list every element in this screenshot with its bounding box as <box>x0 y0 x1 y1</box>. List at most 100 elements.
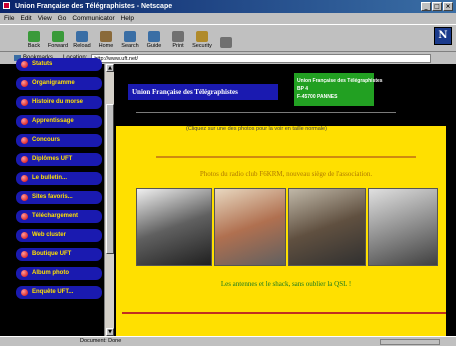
toolbar-button-extra[interactable] <box>214 25 238 51</box>
toolbar-label: Security <box>192 43 212 49</box>
minimize-button[interactable]: _ <box>421 2 431 11</box>
back-arrow-icon <box>28 31 40 42</box>
antenna-photo[interactable] <box>136 188 212 266</box>
toolbar-label: Reload <box>73 43 91 49</box>
print-icon <box>172 31 184 42</box>
sidebar-item-label: Le bulletin... <box>32 175 68 181</box>
qsl-card-photo[interactable] <box>214 188 286 266</box>
forward-arrow-icon <box>52 31 64 42</box>
menu-go[interactable]: Go <box>58 13 67 24</box>
sidebar-item-4[interactable]: Concours <box>16 134 102 147</box>
guide-icon <box>148 31 160 42</box>
address-line-1: Union Française des Télégraphistes <box>297 78 383 84</box>
sidebar-item-0[interactable]: Statuts <box>16 58 102 71</box>
url-input[interactable]: http://www.uft.net/ <box>91 53 432 63</box>
address-line-2: BP 4 <box>297 86 309 92</box>
lock-icon <box>196 31 208 42</box>
photo-gallery <box>136 188 438 266</box>
toolbar-button-reload[interactable]: Reload <box>70 25 94 51</box>
toolbar-button-guide[interactable]: Guide <box>142 25 166 51</box>
sidebar-item-label: Concours <box>32 137 61 143</box>
sidebar-item-12[interactable]: Enquête UFT... <box>16 286 102 299</box>
bullet-icon <box>21 232 28 239</box>
photos-caption: Photos du radio club F6KRM, nouveau sièg… <box>199 170 373 178</box>
sidebar-item-label: Album photo <box>32 270 69 276</box>
page-viewport: Statuts Organigramme Histoire du morse Appr… <box>0 58 456 336</box>
address-line-3: F-45700 PANNES <box>297 94 338 100</box>
banner-divider <box>136 112 396 113</box>
window-title: Union Française des Télégraphistes - Net… <box>14 3 173 10</box>
toolbar-button-home[interactable]: Home <box>94 25 118 51</box>
sidebar-item-9[interactable]: Web cluster <box>16 229 102 242</box>
progress-indicator <box>380 339 440 345</box>
netscape-logo-icon[interactable]: N <box>434 27 452 45</box>
shack-photo-2[interactable] <box>368 188 438 266</box>
bullet-icon <box>21 289 28 296</box>
bullet-icon <box>21 156 28 163</box>
bullet-icon <box>21 80 28 87</box>
sidebar-scrollbar[interactable]: ▲ ▼ <box>104 64 114 336</box>
scroll-down-arrow-icon[interactable]: ▼ <box>106 328 114 336</box>
menu-file[interactable]: File <box>4 13 14 24</box>
toolbar-label: Forward <box>47 43 69 49</box>
toolbar-button-search[interactable]: Search <box>118 25 142 51</box>
toolbar-label: Print <box>172 43 184 49</box>
sidebar-item-11[interactable]: Album photo <box>16 267 102 280</box>
bullet-icon <box>21 175 28 182</box>
sidebar-item-label: Web cluster <box>32 232 66 238</box>
reload-icon <box>76 31 88 42</box>
netscape-app-icon <box>3 2 10 9</box>
maximize-button[interactable]: □ <box>432 2 442 11</box>
bullet-icon <box>21 61 28 68</box>
toolbar-button-forward[interactable]: Forward <box>46 25 70 51</box>
sidebar-item-label: Apprentissage <box>32 118 74 124</box>
sidebar-item-8[interactable]: Téléchargement <box>16 210 102 223</box>
search-icon <box>124 31 136 42</box>
bullet-icon <box>21 270 28 277</box>
site-title: Union Française des Télégraphistes <box>128 84 278 100</box>
bullet-icon <box>21 118 28 125</box>
window-controls: _ □ × <box>421 2 453 11</box>
header-banner: Union Française des Télégraphistes Union… <box>116 64 452 122</box>
sidebar-item-label: Sites favoris... <box>32 194 73 200</box>
close-button[interactable]: × <box>443 2 453 11</box>
main-content: (Cliquez sur une des photos pour la voir… <box>116 126 446 336</box>
menu-communicator[interactable]: Communicator <box>72 13 114 24</box>
stop-icon <box>220 37 232 48</box>
sidebar-item-label: Statuts <box>32 61 53 67</box>
toolbar-label: Home <box>98 43 114 49</box>
sidebar-item-1[interactable]: Organigramme <box>16 77 102 90</box>
bullet-icon <box>21 194 28 201</box>
sidebar-item-6[interactable]: Le bulletin... <box>16 172 102 185</box>
sidebar-item-5[interactable]: Diplômes UFT <box>16 153 102 166</box>
toolbar-button-back[interactable]: Back <box>22 25 46 51</box>
divider-top <box>156 156 416 158</box>
divider-bottom <box>122 312 446 314</box>
status-text: Document: Done <box>80 338 122 344</box>
menu-help[interactable]: Help <box>121 13 134 24</box>
navigation-toolbar: Back Forward Reload Home Search Guide Print Sec… <box>0 24 456 52</box>
window-titlebar: Union Française des Télégraphistes - Net… <box>0 0 456 13</box>
toolbar-button-security[interactable]: Security <box>190 25 214 51</box>
shack-photo-1[interactable] <box>288 188 366 266</box>
sidebar-item-label: Histoire du morse <box>32 99 84 105</box>
menu-edit[interactable]: Edit <box>20 13 31 24</box>
photo-instruction: (Cliquez sur une des photos pour la voir… <box>186 126 327 132</box>
sidebar-item-label: Enquête UFT... <box>32 289 74 295</box>
menu-bar: File Edit View Go Communicator Help <box>0 13 456 24</box>
status-bar: Document: Done <box>0 336 456 346</box>
sidebar-item-label: Diplômes UFT <box>32 156 73 162</box>
bullet-icon <box>21 251 28 258</box>
scroll-up-arrow-icon[interactable]: ▲ <box>106 64 114 72</box>
toolbar-button-print[interactable]: Print <box>166 25 190 51</box>
sidebar-item-10[interactable]: Boutique UFT <box>16 248 102 261</box>
toolbar-label: Guide <box>146 43 162 49</box>
sidebar-item-3[interactable]: Apprentissage <box>16 115 102 128</box>
bullet-icon <box>21 99 28 106</box>
sidebar-item-2[interactable]: Histoire du morse <box>16 96 102 109</box>
scroll-thumb[interactable] <box>106 104 114 254</box>
sidebar-item-label: Organigramme <box>32 80 75 86</box>
sidebar-item-7[interactable]: Sites favoris... <box>16 191 102 204</box>
menu-view[interactable]: View <box>38 13 52 24</box>
bullet-icon <box>21 137 28 144</box>
